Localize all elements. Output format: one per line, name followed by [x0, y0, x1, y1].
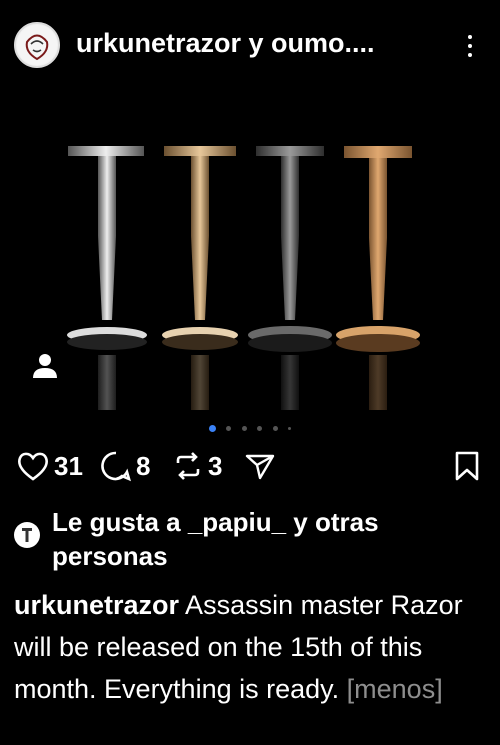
razor-product-image [67, 146, 420, 410]
carousel-dot [288, 427, 292, 431]
repost-icon [176, 452, 200, 480]
profile-avatar[interactable] [14, 22, 60, 68]
comment-count: 8 [136, 450, 151, 481]
liked-by-text: Le gusta a _papiu_ y otras personas [52, 507, 379, 571]
repost-count: 3 [208, 450, 223, 481]
more-options-icon[interactable] [460, 32, 480, 62]
razor-silver [67, 146, 147, 410]
comment-icon [101, 451, 132, 482]
comment-button[interactable]: 8 [100, 448, 150, 484]
header-username[interactable]: urkunetrazor y oumo.... [76, 28, 416, 59]
caption-username[interactable]: urkunetrazor [14, 590, 179, 620]
save-button[interactable] [452, 448, 482, 484]
like-button[interactable]: 31 [16, 448, 83, 484]
post-media[interactable] [0, 80, 500, 410]
post-header: urkunetrazor y oumo.... [0, 0, 500, 80]
razor-avatar-icon [15, 523, 39, 547]
less-link[interactable]: [menos] [347, 674, 443, 704]
tagged-user-icon[interactable] [30, 350, 60, 380]
lion-logo-icon [17, 25, 57, 65]
liked-by-row[interactable]: Le gusta a _papiu_ y otras personas [14, 505, 494, 573]
carousel-dot [272, 426, 278, 432]
share-button[interactable] [244, 448, 276, 484]
carousel-dot [226, 426, 232, 432]
action-bar: 31 8 3 [0, 448, 500, 488]
post-caption: urkunetrazor Assassin master Razor will … [14, 584, 494, 710]
carousel-indicator [0, 420, 500, 436]
heart-icon [18, 452, 48, 481]
razor-bronze [336, 146, 420, 410]
carousel-dot [241, 426, 247, 432]
carousel-dot-active [208, 425, 216, 433]
bookmark-icon [455, 451, 479, 481]
razor-gunmetal [248, 146, 332, 410]
like-count: 31 [54, 450, 83, 481]
liker-avatar [14, 522, 40, 548]
carousel-dot [257, 426, 263, 432]
razor-gold [162, 146, 238, 410]
send-icon [245, 454, 275, 480]
repost-button[interactable]: 3 [172, 448, 222, 484]
